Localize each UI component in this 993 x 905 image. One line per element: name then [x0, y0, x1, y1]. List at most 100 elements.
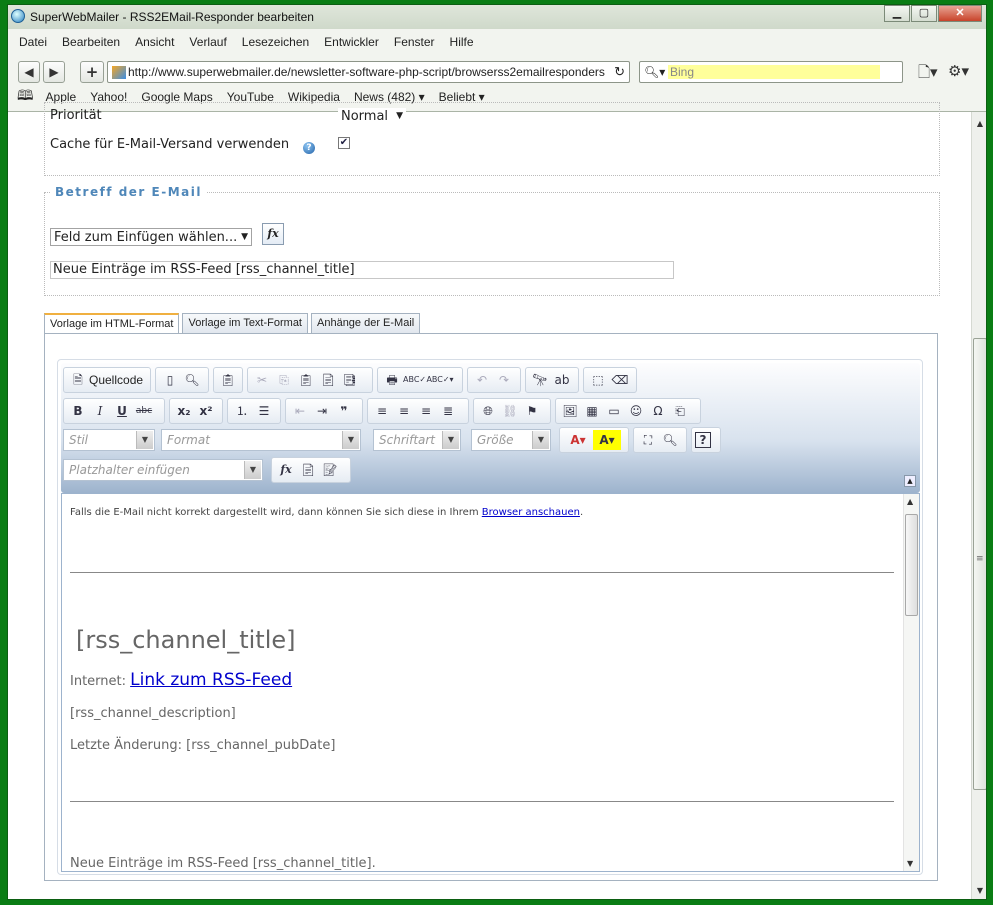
menu-hilfe[interactable]: Hilfe: [450, 35, 474, 55]
cut-icon[interactable]: ✂: [251, 370, 273, 390]
add-bookmark-button[interactable]: +: [80, 61, 104, 83]
menu-verlauf[interactable]: Verlauf: [189, 35, 226, 55]
maximize-editor-icon[interactable]: ⛶: [637, 430, 659, 450]
italic-icon[interactable]: I: [89, 401, 111, 421]
paste-icon[interactable]: 📋︎: [295, 370, 317, 390]
insert-template-icon[interactable]: 📝︎: [319, 460, 341, 480]
preview-icon[interactable]: 🔍︎: [181, 370, 203, 390]
paste-text-icon[interactable]: 📄︎: [317, 370, 339, 390]
maximize-button[interactable]: ▢: [911, 5, 937, 22]
subscript-icon[interactable]: x₂: [173, 401, 195, 421]
table-icon[interactable]: ▦: [581, 401, 603, 421]
spellcheck-as-you-type-icon[interactable]: ABC✓▾: [425, 370, 455, 390]
image-icon[interactable]: 🖼︎: [559, 401, 581, 421]
redo-icon[interactable]: ↷: [493, 370, 515, 390]
underline-icon[interactable]: U: [111, 401, 133, 421]
select-all-icon[interactable]: ⬚: [587, 370, 609, 390]
special-char-icon[interactable]: Ω: [647, 401, 669, 421]
menu-datei[interactable]: Datei: [19, 35, 47, 55]
page-scrollbar[interactable]: ▲ ≡ ▼: [971, 112, 986, 899]
menu-entwickler[interactable]: Entwickler: [324, 35, 379, 55]
size-select[interactable]: Größe ▼: [471, 429, 551, 451]
prioritaet-label: Priorität: [50, 108, 102, 123]
gear-icon[interactable]: ⚙▾: [948, 62, 969, 80]
insert-function-button[interactable]: fx: [262, 223, 284, 245]
numbered-list-icon[interactable]: ⒈: [231, 401, 253, 421]
editor-scroll-thumb[interactable]: [905, 514, 918, 616]
page-break-icon[interactable]: ⎗: [669, 401, 691, 421]
horizontal-rule-icon[interactable]: ▭: [603, 401, 625, 421]
address-bar[interactable]: http://www.superwebmailer.de/newsletter-…: [107, 61, 630, 83]
menu-bar: Datei Bearbeiten Ansicht Verlauf Lesezei…: [8, 35, 986, 55]
reload-icon[interactable]: ↻: [614, 62, 625, 82]
unlink-icon[interactable]: ⛓: [499, 401, 521, 421]
replace-icon[interactable]: ab: [551, 370, 573, 390]
print-icon[interactable]: 🖶: [381, 370, 403, 390]
insert-group: 🖼︎ ▦ ▭ ☺ Ω ⎗: [555, 398, 701, 424]
close-button[interactable]: ✕: [938, 5, 982, 22]
bullet-list-icon[interactable]: ☰: [253, 401, 275, 421]
source-button[interactable]: Quellcode: [89, 373, 143, 387]
tab-text-format[interactable]: Vorlage im Text-Format: [182, 313, 308, 333]
copy-icon[interactable]: ⎘: [273, 370, 295, 390]
scroll-down-icon[interactable]: ▼: [972, 883, 986, 899]
background-color-icon[interactable]: A▾: [593, 430, 621, 450]
prioritaet-select[interactable]: Normal ▼: [338, 108, 406, 124]
font-select[interactable]: Schriftart ▼: [373, 429, 461, 451]
align-center-icon[interactable]: ≡: [393, 401, 415, 421]
forward-button[interactable]: ▶: [43, 61, 65, 83]
menu-lesezeichen[interactable]: Lesezeichen: [242, 35, 309, 55]
spell-group: 🖶 ABC✓ ABC✓▾: [377, 367, 463, 393]
show-blocks-icon[interactable]: 🔍︎: [659, 430, 681, 450]
collapse-toolbar-icon[interactable]: ▲: [904, 475, 916, 487]
subject-input[interactable]: Neue Einträge im RSS-Feed [rss_channel_t…: [50, 261, 674, 279]
blockquote-icon[interactable]: ❞: [333, 401, 355, 421]
align-left-icon[interactable]: ≡: [371, 401, 393, 421]
reading-list-icon[interactable]: 🕮: [17, 85, 34, 109]
browser-link[interactable]: Browser anschauen: [482, 507, 580, 518]
tab-html-format[interactable]: Vorlage im HTML-Format: [44, 313, 180, 334]
wysiwyg-editor: 🗎 Quellcode ▯ 🔍︎ 📋︎ ✂ ⎘ 📋︎ 📄︎ 📑︎ 🖶 ABC✓ …: [57, 359, 923, 875]
cache-checkbox[interactable]: ✔: [338, 137, 350, 149]
indent-icon[interactable]: ⇥: [311, 401, 333, 421]
spellcheck-icon[interactable]: ABC✓: [403, 370, 426, 390]
function-icon[interactable]: fx: [275, 460, 297, 480]
insert-field-select[interactable]: Feld zum Einfügen wählen... ▼: [50, 228, 252, 246]
paste-word-icon[interactable]: 📑︎: [339, 370, 361, 390]
superscript-icon[interactable]: x²: [195, 401, 217, 421]
align-right-icon[interactable]: ≡: [415, 401, 437, 421]
internet-line: Internet: Link zum RSS-Feed: [70, 670, 293, 690]
placeholder-select[interactable]: Platzhalter einfügen ▼: [63, 459, 263, 481]
templates-icon[interactable]: 📋︎: [217, 370, 239, 390]
find-icon[interactable]: 🔭︎: [529, 370, 551, 390]
scroll-up-icon[interactable]: ▲: [972, 116, 986, 132]
smiley-icon[interactable]: ☺: [625, 401, 647, 421]
help-icon[interactable]: ?: [303, 142, 315, 154]
page-menu-icon[interactable]: 🗋▾: [918, 62, 938, 87]
strikethrough-icon[interactable]: abc: [133, 401, 155, 421]
menu-bearbeiten[interactable]: Bearbeiten: [62, 35, 120, 55]
minimize-button[interactable]: ▁: [884, 5, 910, 22]
format-select[interactable]: Format ▼: [161, 429, 361, 451]
bold-icon[interactable]: B: [67, 401, 89, 421]
undo-icon[interactable]: ↶: [471, 370, 493, 390]
menu-ansicht[interactable]: Ansicht: [135, 35, 174, 55]
outdent-icon[interactable]: ⇤: [289, 401, 311, 421]
anchor-icon[interactable]: ⚑: [521, 401, 543, 421]
menu-fenster[interactable]: Fenster: [394, 35, 435, 55]
insert-text-icon[interactable]: 📄︎: [297, 460, 319, 480]
remove-format-icon[interactable]: ⌫: [609, 370, 631, 390]
style-select[interactable]: Stil ▼: [63, 429, 155, 451]
text-color-icon[interactable]: A▾: [563, 430, 593, 450]
editor-scrollbar[interactable]: ▲ ▼: [903, 494, 919, 871]
editor-content-area[interactable]: Falls die E-Mail nicht korrekt dargestel…: [61, 493, 920, 872]
back-button[interactable]: ◀: [18, 61, 40, 83]
link-icon[interactable]: 🌐︎: [477, 401, 499, 421]
align-justify-icon[interactable]: ≣: [437, 401, 459, 421]
tab-attachments[interactable]: Anhänge der E-Mail: [311, 313, 421, 333]
new-page-icon[interactable]: ▯: [159, 370, 181, 390]
about-icon[interactable]: ?: [695, 432, 711, 448]
page-scroll-thumb[interactable]: ≡: [973, 338, 986, 790]
search-field[interactable]: 🔍︎▾ Bing: [639, 61, 903, 83]
rss-feed-link[interactable]: Link zum RSS-Feed: [130, 670, 292, 690]
